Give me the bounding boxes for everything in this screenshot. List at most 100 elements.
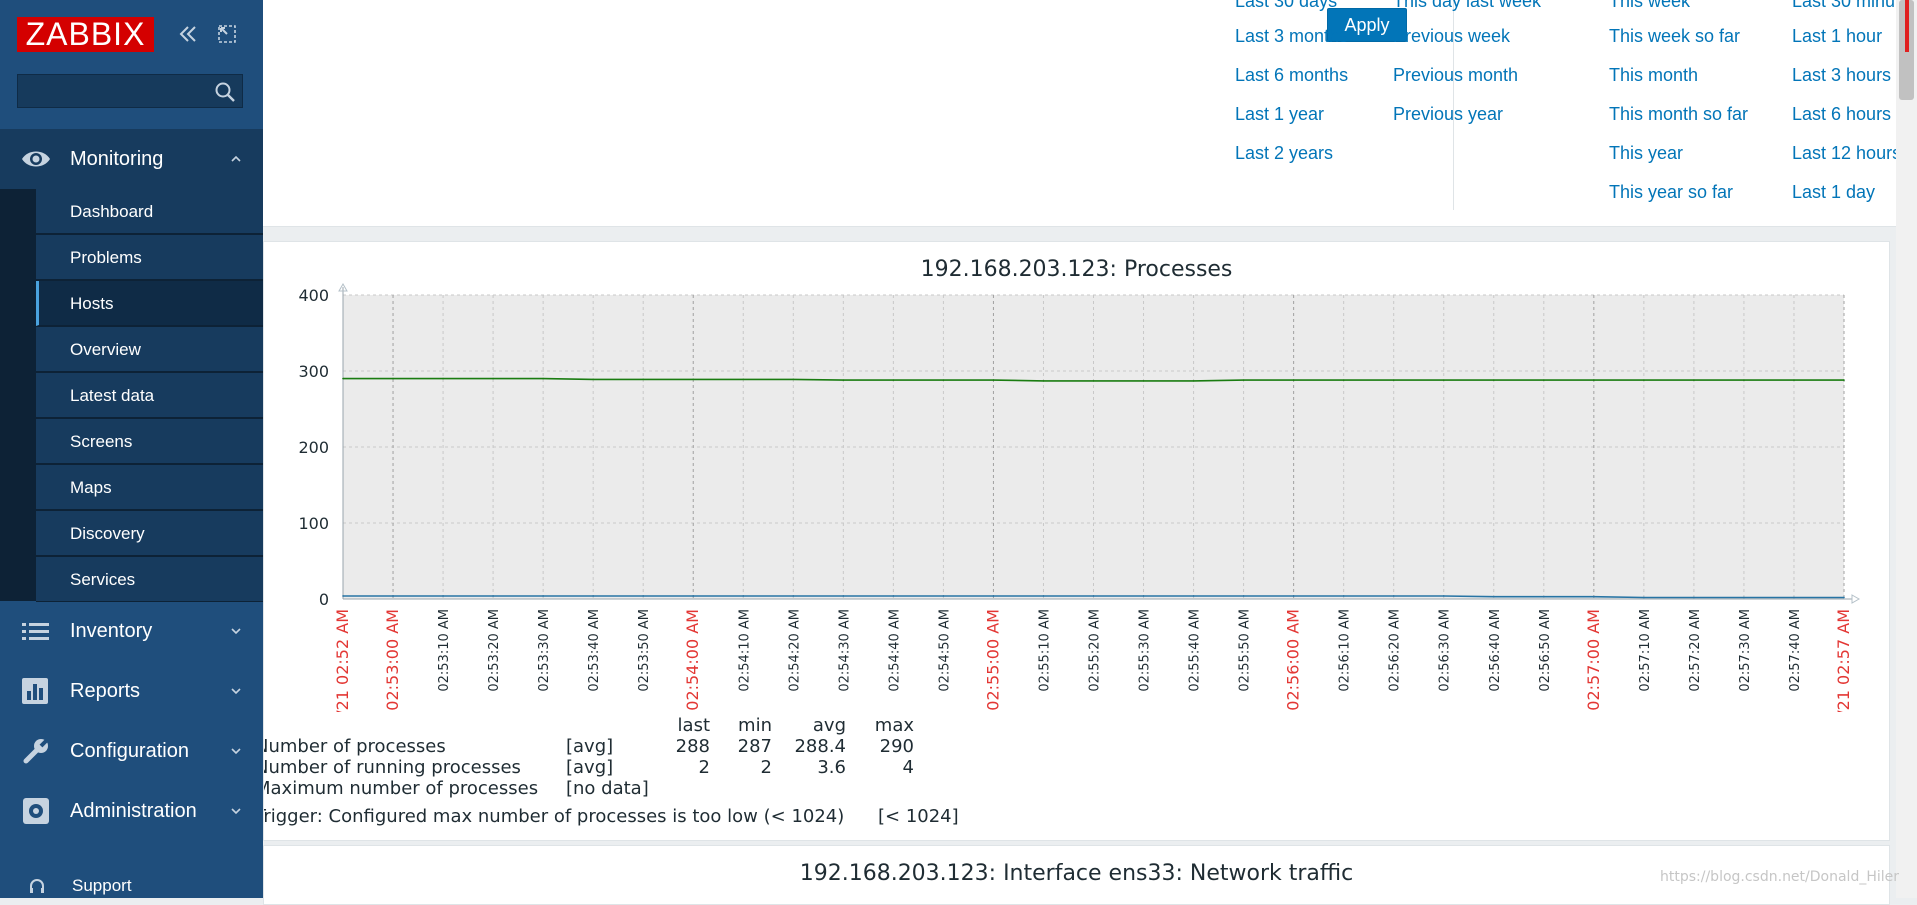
- quick-range-link[interactable]: Last 6 months: [1235, 65, 1348, 86]
- series-point-2: [1543, 595, 1545, 598]
- series-point-2: [692, 595, 695, 597]
- series-point-1: [1392, 379, 1395, 381]
- sidebar-item-hosts[interactable]: Hosts: [36, 281, 263, 326]
- sidebar-support[interactable]: Support: [0, 870, 263, 898]
- quick-range-link[interactable]: This year so far: [1609, 182, 1733, 203]
- legend-min: 2: [760, 757, 772, 778]
- series-point-2: [1643, 596, 1645, 599]
- quick-range-link[interactable]: Last 12 hours: [1792, 143, 1901, 164]
- kiosk-mode-icon[interactable]: [215, 22, 239, 52]
- processes-chart[interactable]: 0 100 200 300 400 10/21 02:52 AM 02:53:00 AM 02…: [264, 242, 1890, 712]
- quick-range-link[interactable]: Previous week: [1393, 26, 1510, 47]
- legend-series-func: [no data]: [566, 778, 649, 799]
- collapse-sidebar-icon[interactable]: [176, 22, 200, 52]
- scrollbar-marker: [1905, 0, 1909, 52]
- graph-title: 192.168.203.123: Interface ens33: Networ…: [799, 861, 1354, 886]
- series-point-1: [1192, 380, 1195, 382]
- quick-range-link[interactable]: Last 30 days: [1235, 0, 1337, 12]
- sidebar-item-overview[interactable]: Overview: [36, 327, 263, 372]
- legend-trigger-value: [< 1024]: [878, 806, 959, 827]
- network-traffic-graph: 192.168.203.123: Interface ens33: Networ…: [263, 845, 1890, 905]
- series-point-1: [542, 377, 544, 380]
- sidebar-item-screens[interactable]: Screens: [36, 419, 263, 464]
- quick-range-link[interactable]: Last 3 hours: [1792, 65, 1891, 86]
- zabbix-logo[interactable]: ZABBIX: [17, 17, 154, 52]
- series-point-1: [742, 378, 745, 381]
- quick-range-link[interactable]: This week so far: [1609, 26, 1740, 47]
- quick-range-link[interactable]: This month so far: [1609, 104, 1748, 125]
- legend-avg: 3.6: [817, 757, 846, 778]
- y-tick-label: 0: [319, 590, 329, 609]
- menu-label: Configuration: [70, 740, 189, 762]
- chevron-down-icon: [229, 683, 243, 697]
- x-tick-label: 02:56:50 AM: [1538, 609, 1553, 692]
- series-point-2: [1492, 595, 1495, 598]
- series-point-1: [792, 378, 795, 381]
- quick-range-link[interactable]: This year: [1609, 143, 1683, 164]
- menu-label: Inventory: [70, 620, 153, 642]
- legend-series-name: Number of running processes: [263, 757, 521, 778]
- series-point-1: [1242, 379, 1245, 381]
- x-tick-label: 02:54:10 AM: [737, 609, 752, 692]
- x-tick-label: 02:55:40 AM: [1188, 609, 1203, 692]
- sidebar-item-dashboard[interactable]: Dashboard: [36, 189, 263, 234]
- series-point-2: [1142, 595, 1145, 597]
- menu-reports[interactable]: Reports: [0, 661, 263, 721]
- x-tick-label: 02:53:50 AM: [637, 609, 652, 692]
- legend-trigger-text: Trigger: Configured max number of proces…: [263, 806, 845, 827]
- sidebar-item-discovery[interactable]: Discovery: [36, 511, 263, 556]
- series-point-1: [342, 377, 344, 380]
- sidebar-item-label: Services: [70, 570, 136, 589]
- quick-range-link[interactable]: Previous month: [1393, 65, 1518, 86]
- menu-inventory[interactable]: Inventory: [0, 601, 263, 661]
- series-point-1: [1593, 379, 1595, 381]
- x-tick-label: 02:56:30 AM: [1438, 609, 1453, 692]
- x-tick-label: 02:53:20 AM: [487, 609, 502, 692]
- series-point-2: [1793, 596, 1795, 599]
- series-point-2: [842, 595, 845, 597]
- x-tick-label: 02:55:30 AM: [1138, 609, 1153, 692]
- search-icon[interactable]: [214, 81, 236, 103]
- menu-configuration[interactable]: Configuration: [0, 721, 263, 781]
- quick-range-link[interactable]: Last 6 hours: [1792, 104, 1891, 125]
- sidebar-search: [17, 74, 243, 108]
- quick-range-link[interactable]: This month: [1609, 65, 1698, 86]
- search-input[interactable]: [18, 75, 224, 107]
- quick-range-link[interactable]: Last 1 day: [1792, 182, 1875, 203]
- quick-range-link[interactable]: This week: [1609, 0, 1690, 12]
- quick-range-link[interactable]: Last 3 months: [1235, 26, 1348, 47]
- sidebar-item-maps[interactable]: Maps: [36, 465, 263, 510]
- legend-last: 288: [675, 736, 710, 757]
- menu-monitoring[interactable]: Monitoring: [0, 129, 263, 189]
- sidebar-item-problems[interactable]: Problems: [36, 235, 263, 280]
- series-point-2: [1242, 595, 1245, 597]
- series-point-1: [692, 378, 695, 381]
- sidebar-item-label: Screens: [70, 432, 133, 451]
- y-tick-label: 400: [298, 286, 329, 305]
- sidebar: ZABBIX Monitoring Dashboard Problems Hos…: [0, 0, 263, 898]
- menu-label: Reports: [70, 680, 141, 702]
- series-point-1: [1843, 379, 1845, 381]
- sidebar-item-services[interactable]: Services: [36, 557, 263, 602]
- monitoring-submenu: Dashboard Problems Hosts Overview Latest…: [0, 189, 263, 602]
- x-tick-label: 02:54:40 AM: [887, 609, 902, 692]
- page-scrollbar[interactable]: [1896, 0, 1917, 898]
- sidebar-item-label: Overview: [70, 340, 141, 359]
- series-point-2: [342, 595, 344, 597]
- processes-graph: 192.168.203.123: Processes 0 100 200 300 400…: [263, 241, 1890, 841]
- support-label: Support: [72, 876, 132, 895]
- quick-range-link[interactable]: This day last week: [1393, 0, 1541, 12]
- quick-range-link[interactable]: Last 1 hour: [1792, 26, 1882, 47]
- quick-range-link[interactable]: Previous year: [1393, 104, 1503, 125]
- quick-range-link[interactable]: Last 1 year: [1235, 104, 1324, 125]
- quick-range-link[interactable]: Last 2 years: [1235, 143, 1333, 164]
- wrench-icon: [20, 737, 52, 765]
- legend-max: 4: [902, 757, 914, 778]
- menu-administration[interactable]: Administration: [0, 781, 263, 841]
- sidebar-item-latest-data[interactable]: Latest data: [36, 373, 263, 418]
- series-point-1: [1042, 380, 1045, 382]
- series-point-2: [1693, 596, 1695, 599]
- x-tick-label: 02:56:10 AM: [1338, 609, 1353, 692]
- legend-header: avg: [812, 715, 846, 736]
- series-point-2: [892, 595, 895, 597]
